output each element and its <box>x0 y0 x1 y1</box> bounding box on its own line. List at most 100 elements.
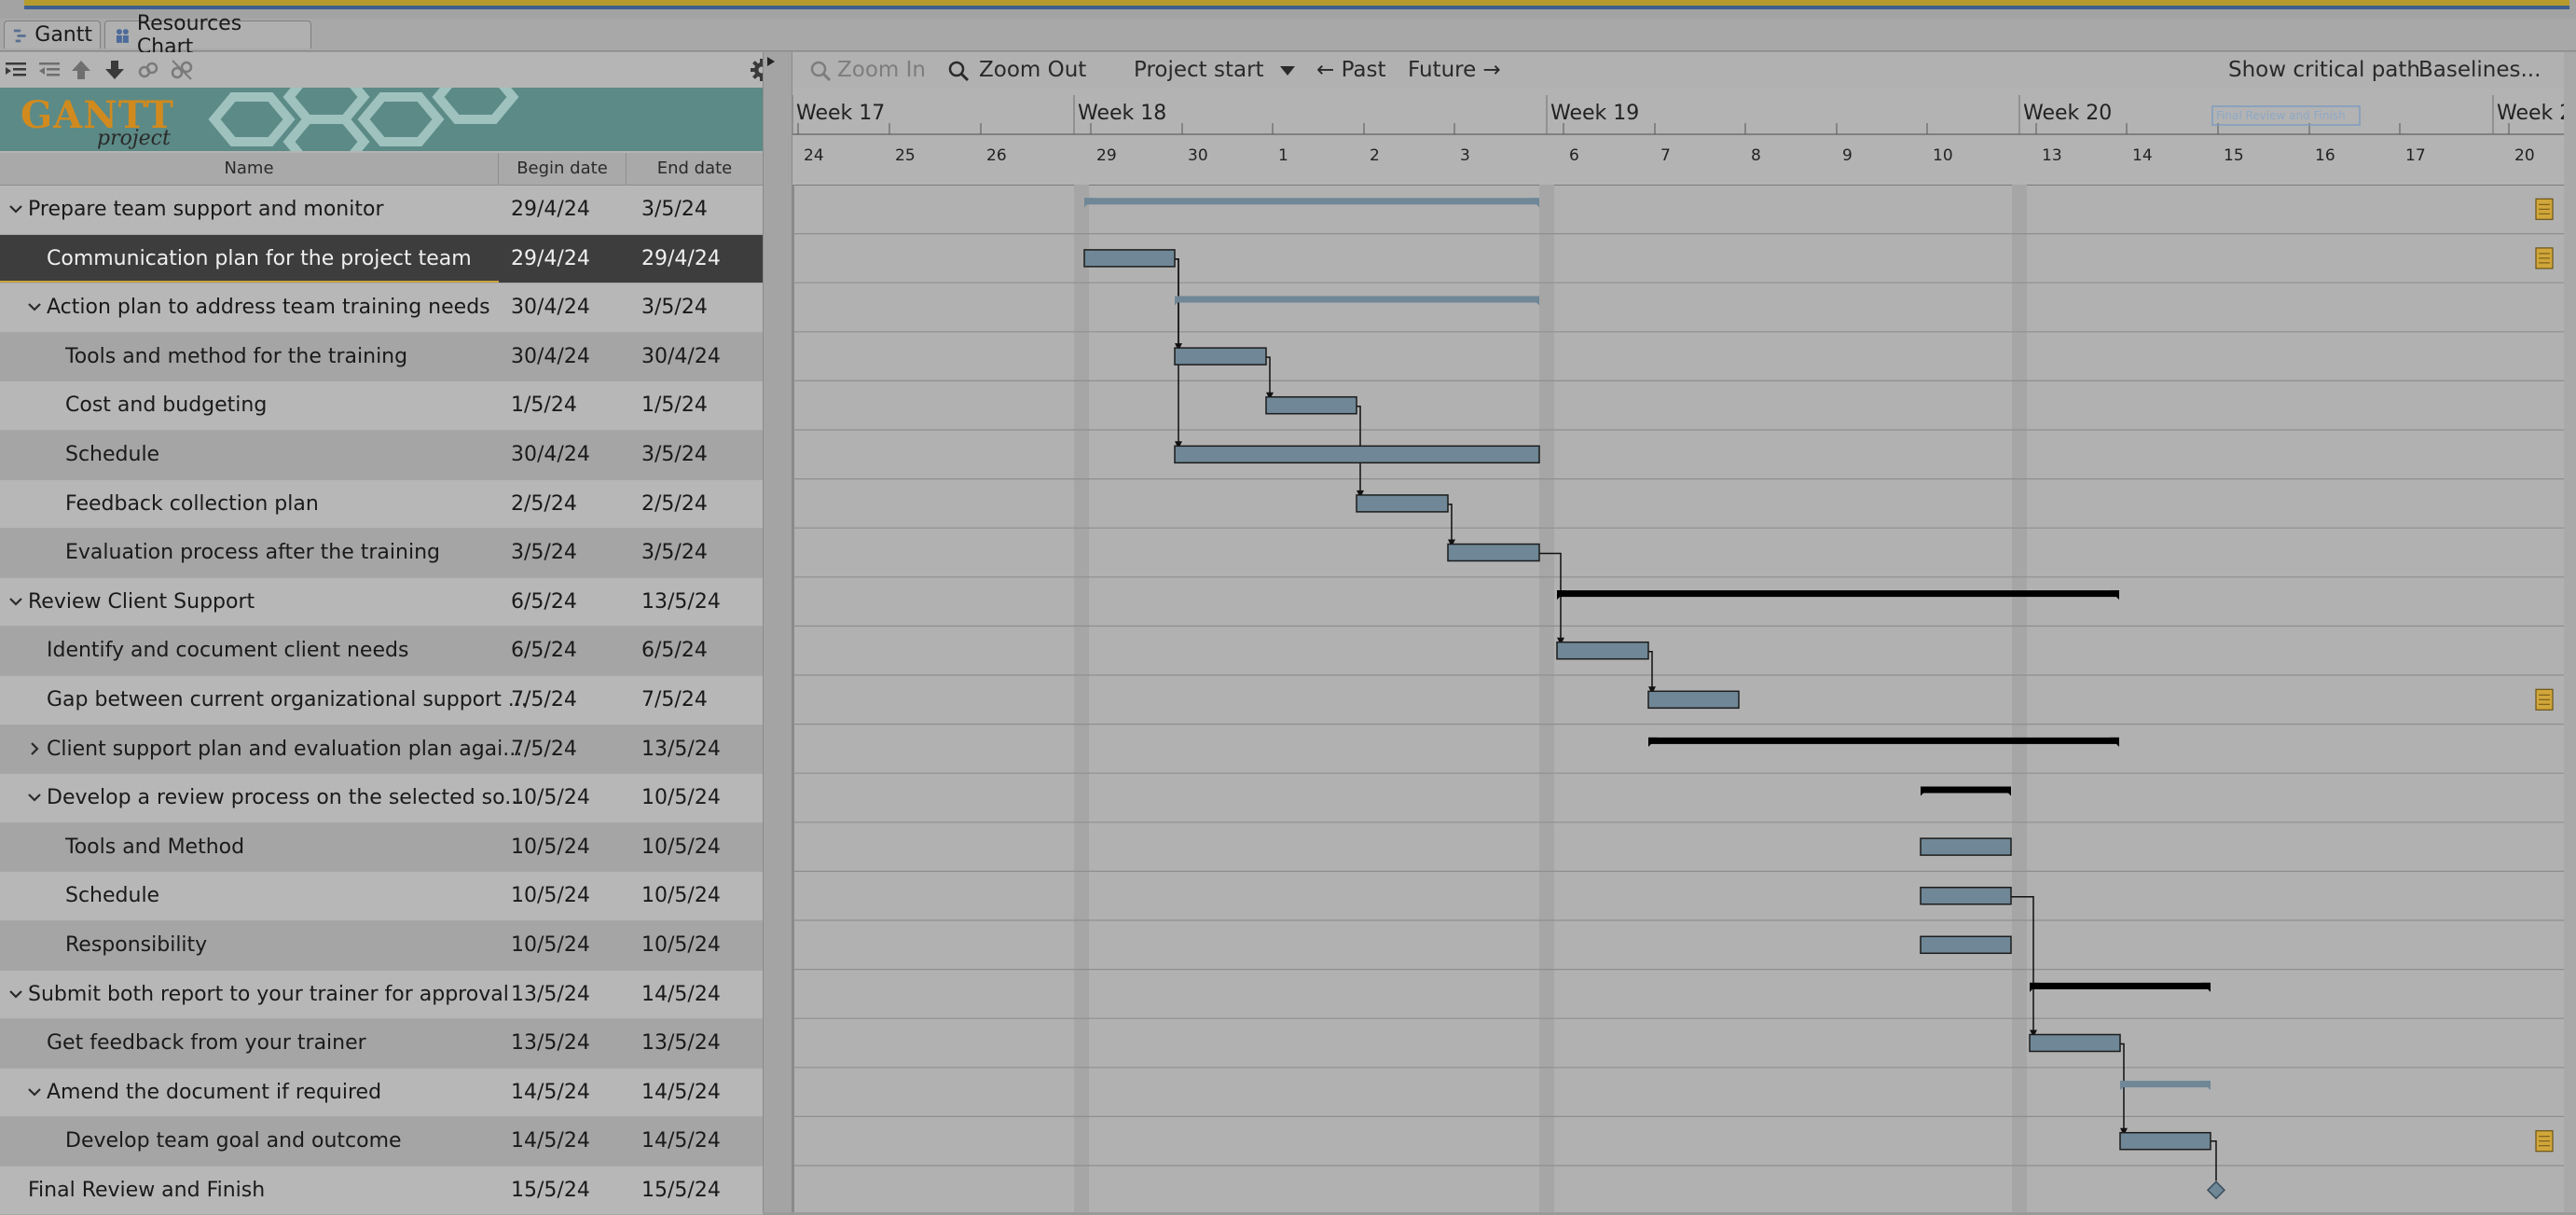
zoom-in-button[interactable]: Zoom In <box>837 58 926 82</box>
tab-gantt[interactable]: Gantt <box>4 21 101 48</box>
task-name: Evaluation process after the training <box>65 541 440 565</box>
task-row[interactable]: Schedule 30/4/24 3/5/24 <box>0 430 763 480</box>
task-bar[interactable] <box>2119 1131 2211 1151</box>
column-end-header[interactable]: End date <box>627 153 764 185</box>
tab-resources-chart[interactable]: Resources Chart <box>104 12 311 59</box>
chevron-down-icon[interactable] <box>24 297 45 317</box>
day-label: 25 <box>895 146 916 165</box>
task-bar[interactable] <box>1556 641 1649 660</box>
task-rows: Prepare team support and monitor 29/4/24 3… <box>0 186 763 1215</box>
task-end-date: 29/4/24 <box>641 246 721 270</box>
weekend-shade <box>1074 185 1089 1212</box>
summary-bar[interactable] <box>2120 1081 2211 1088</box>
task-end-date: 13/5/24 <box>641 737 721 761</box>
task-row[interactable]: Identify and cocument client needs 6/5/24… <box>0 627 763 676</box>
outdent-icon[interactable] <box>37 58 62 82</box>
task-end-date: 10/5/24 <box>641 884 721 908</box>
task-row[interactable]: Develop a review process on the selected… <box>0 774 763 823</box>
chevron-down-icon[interactable] <box>24 787 45 808</box>
task-row[interactable]: Review Client Support 6/5/24 13/5/24 <box>0 577 763 628</box>
tab-gantt-label: Gantt <box>34 23 92 47</box>
project-start-button[interactable]: Project start <box>1134 58 1264 82</box>
summary-bar[interactable] <box>1921 786 2011 794</box>
task-bar[interactable] <box>1920 837 2012 856</box>
task-begin-date: 10/5/24 <box>511 932 590 957</box>
task-row[interactable]: Submit both report to your trainer for a… <box>0 970 763 1020</box>
task-end-date: 1/5/24 <box>641 393 708 418</box>
summary-bar[interactable] <box>1084 198 1539 205</box>
task-row[interactable]: Client support plan and evaluation plan … <box>0 725 763 775</box>
vertical-scrollbar[interactable] <box>2564 52 2576 1212</box>
task-bar[interactable] <box>1356 494 1449 513</box>
task-end-date: 30/4/24 <box>641 344 721 368</box>
task-row[interactable]: Tools and method for the training 30/4/24… <box>0 332 763 382</box>
week-label: Week 19 <box>1550 102 1639 125</box>
zoom-out-icon <box>948 61 970 82</box>
collapse-arrow-icon[interactable] <box>765 56 777 67</box>
chevron-down-icon[interactable] <box>6 984 26 1004</box>
milestone-diamond[interactable] <box>2206 1180 2226 1200</box>
summary-bar[interactable] <box>1648 737 2119 744</box>
task-name: Identify and cocument client needs <box>47 639 409 663</box>
task-row[interactable]: Prepare team support and monitor 29/4/24 3… <box>0 186 763 235</box>
column-name-header[interactable]: Name <box>0 153 499 185</box>
zoom-out-button[interactable]: Zoom Out <box>979 58 1086 82</box>
task-bar[interactable] <box>1920 935 2012 955</box>
critical-path-button[interactable]: Show critical path <box>2228 58 2420 82</box>
week-label: Week 20 <box>2023 102 2112 125</box>
task-bar[interactable] <box>1174 347 1267 366</box>
future-button[interactable]: Future → <box>1408 58 1501 82</box>
task-row[interactable]: Tools and Method 10/5/24 10/5/24 <box>0 822 763 873</box>
indent-icon[interactable] <box>4 58 28 82</box>
summary-bar[interactable] <box>1175 296 1539 303</box>
task-name: Tools and method for the training <box>65 344 408 368</box>
task-row[interactable]: Final Review and Finish 15/5/24 15/5/24 <box>0 1166 763 1215</box>
task-row[interactable]: Feedback collection plan 2/5/24 2/5/24 <box>0 479 763 530</box>
task-bar[interactable] <box>1083 249 1176 268</box>
task-row[interactable]: Get feedback from your trainer 13/5/24 13/… <box>0 1019 763 1069</box>
task-name: Submit both report to your trainer for a… <box>28 982 509 1006</box>
task-end-date: 10/5/24 <box>641 932 721 957</box>
chevron-down-icon[interactable] <box>6 591 26 612</box>
task-name: Review Client Support <box>28 589 255 614</box>
task-row[interactable]: Responsibility 10/5/24 10/5/24 <box>0 920 763 971</box>
task-row[interactable]: Cost and budgeting 1/5/24 1/5/24 <box>0 381 763 431</box>
chevron-right-icon[interactable] <box>24 739 45 759</box>
move-down-icon[interactable] <box>103 58 127 82</box>
past-button[interactable]: ← Past <box>1316 58 1386 82</box>
task-row[interactable]: Develop team goal and outcome 14/5/24 14/5… <box>0 1117 763 1167</box>
summary-bar[interactable] <box>1557 590 2119 598</box>
task-row[interactable]: Schedule 10/5/24 10/5/24 <box>0 872 763 921</box>
task-row[interactable]: Communication plan for the project team 2… <box>0 234 763 284</box>
task-bar[interactable] <box>2029 1033 2121 1053</box>
summary-bar[interactable] <box>2030 982 2211 989</box>
move-up-icon[interactable] <box>69 58 93 82</box>
chevron-down-icon[interactable] <box>24 1082 45 1102</box>
task-row[interactable]: Amend the document if required 14/5/24 14/… <box>0 1068 763 1118</box>
chart-grid <box>792 185 2576 1212</box>
task-bar[interactable] <box>1920 886 2012 905</box>
day-label: 20 <box>2514 146 2535 165</box>
task-begin-date: 3/5/24 <box>511 541 577 565</box>
chevron-down-icon[interactable] <box>1279 65 1296 76</box>
task-bar[interactable] <box>1447 543 1540 562</box>
task-row[interactable]: Action plan to address team training nee… <box>0 283 763 333</box>
task-bar[interactable] <box>1265 395 1357 415</box>
column-begin-header[interactable]: Begin date <box>499 153 627 185</box>
panel-splitter[interactable] <box>763 52 792 1212</box>
tab-resources-label: Resources Chart <box>136 11 242 59</box>
task-name: Get feedback from your trainer <box>47 1031 366 1056</box>
task-bar[interactable] <box>1647 690 1740 710</box>
task-name: Gap between current organizational suppo… <box>47 687 528 711</box>
task-row[interactable]: Evaluation process after the training 3/5… <box>0 529 763 578</box>
baselines-button[interactable]: Baselines... <box>2418 58 2541 82</box>
task-bar[interactable] <box>1174 445 1540 464</box>
task-begin-date: 29/4/24 <box>511 246 590 270</box>
link-icon[interactable] <box>136 58 160 82</box>
task-row[interactable]: Gap between current organizational suppo… <box>0 675 763 725</box>
chevron-down-icon[interactable] <box>6 199 26 219</box>
unlink-icon[interactable] <box>170 58 194 82</box>
task-name: Responsibility <box>65 932 208 957</box>
task-begin-date: 6/5/24 <box>511 589 577 614</box>
day-label: 17 <box>2405 146 2426 165</box>
